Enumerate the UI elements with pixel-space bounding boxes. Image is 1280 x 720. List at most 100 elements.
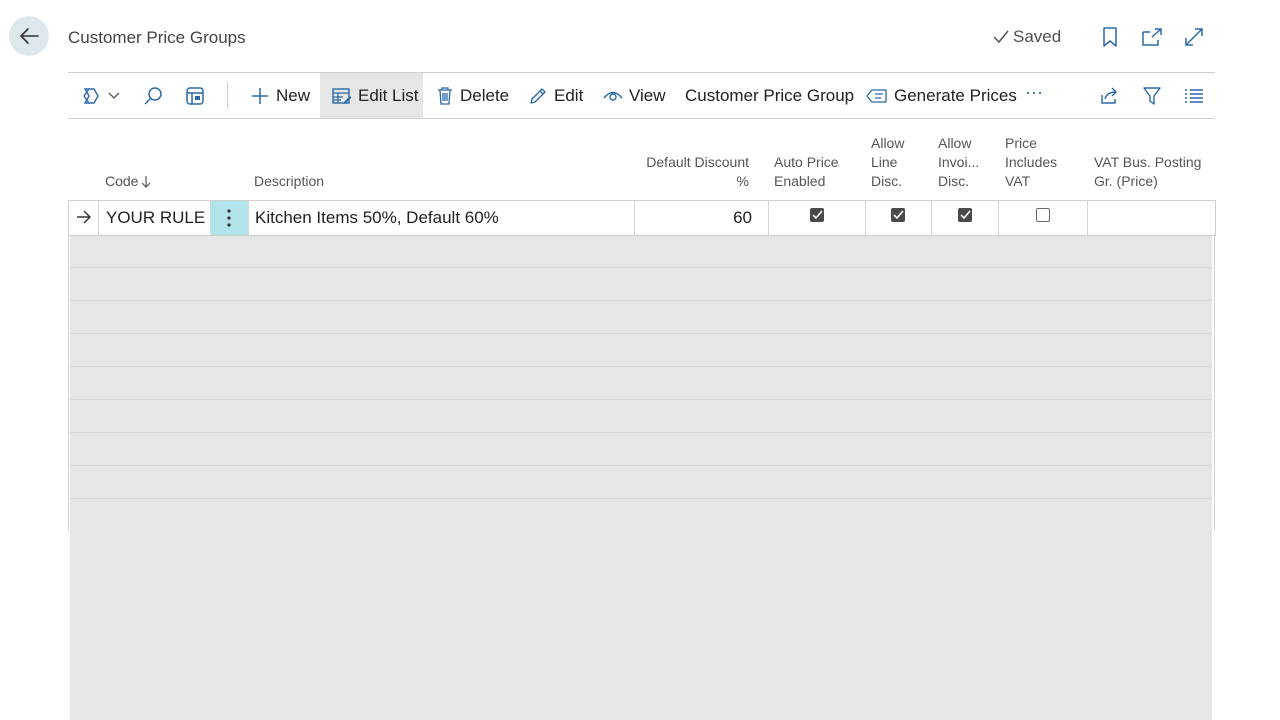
allow-invoice-disc-checkbox[interactable] [958, 208, 972, 222]
edit-button[interactable]: Edit [528, 73, 583, 118]
search-icon [144, 86, 162, 105]
empty-row-line [70, 366, 1212, 367]
filter-button[interactable] [1142, 73, 1162, 118]
column-header-allow-line-line1: Allow [871, 135, 905, 151]
list-view-button[interactable] [1184, 73, 1204, 118]
bookmark-button[interactable] [1098, 25, 1122, 49]
toolbar-separator [227, 82, 228, 109]
column-header-vat-bus-posting-gr[interactable]: VAT Bus. Posting Gr. (Price) [1094, 153, 1201, 191]
new-button[interactable]: New [250, 73, 310, 118]
chevron-down-icon [108, 92, 120, 99]
empty-row-line [70, 300, 1212, 301]
column-header-allow-invoice-line2: Invoi... [938, 154, 980, 170]
column-header-vat-bus-line2: Gr. (Price) [1094, 173, 1158, 189]
column-header-default-discount-line1: Default Discount [646, 154, 749, 170]
open-new-window-button[interactable] [1140, 25, 1164, 49]
column-header-allow-invoice-line1: Allow [938, 135, 972, 151]
cell-description[interactable]: Kitchen Items 50%, Default 60% [255, 208, 499, 228]
share-icon [1101, 87, 1117, 104]
share-button[interactable] [1099, 73, 1119, 118]
column-header-allow-line-disc[interactable]: Allow Line Disc. [871, 134, 904, 191]
customer-price-group-label: Customer Price Group [685, 85, 855, 105]
checkmark-icon [993, 30, 1009, 44]
checkmark-icon [892, 210, 904, 220]
sort-descending-icon [142, 175, 151, 188]
expand-button[interactable] [1182, 25, 1206, 49]
analysis-mode-button[interactable] [185, 73, 205, 118]
edit-label: Edit [554, 85, 584, 105]
filter-icon [1143, 86, 1161, 105]
cell-code[interactable]: YOUR RULE [106, 208, 205, 228]
back-button[interactable] [9, 16, 49, 56]
empty-grid-area [70, 236, 1212, 720]
row-actions-menu-button[interactable] [210, 201, 248, 235]
price-tag-icon [866, 88, 887, 103]
page-title: Customer Price Groups [68, 28, 246, 47]
eye-icon [603, 91, 623, 101]
view-button[interactable]: View [603, 73, 666, 118]
back-arrow-icon [20, 28, 39, 44]
empty-row-line [70, 399, 1212, 400]
list-icon [1185, 88, 1203, 103]
table-analysis-icon [186, 86, 204, 105]
toolbar-bottom-divider [68, 118, 1215, 119]
cell-divider [768, 201, 769, 235]
column-header-vat-bus-line1: VAT Bus. Posting [1094, 154, 1202, 170]
trash-icon [438, 86, 452, 105]
checkmark-icon [811, 210, 823, 220]
expand-icon [1185, 28, 1203, 46]
cell-default-discount[interactable]: 60 [635, 208, 752, 228]
allow-line-disc-checkbox[interactable] [891, 208, 905, 222]
copilot-menu-button[interactable] [80, 73, 122, 118]
delete-button[interactable]: Delete [436, 73, 509, 118]
column-header-price-includes-vat[interactable]: Price Includes VAT [1005, 134, 1057, 191]
column-header-allow-line-line2: Line [871, 154, 898, 170]
customer-price-group-button[interactable]: Customer Price Group [685, 73, 854, 118]
column-header-allow-invoice-disc[interactable]: Allow Invoi... Disc. [938, 134, 979, 191]
view-label: View [629, 85, 666, 105]
edit-list-icon [332, 87, 352, 104]
search-button[interactable] [143, 73, 163, 118]
more-options-label: ··· [1025, 82, 1043, 102]
cell-divider [248, 201, 249, 235]
column-header-price-incl-line1: Price [1005, 135, 1037, 151]
new-label: New [276, 85, 311, 105]
column-header-allow-invoice-line3: Disc. [938, 173, 970, 189]
action-bar: New Edit List Delete Edit View Customer … [68, 73, 1215, 118]
empty-row-line [70, 333, 1212, 334]
cell-divider [998, 201, 999, 235]
empty-row-line [70, 432, 1212, 433]
column-header-allow-line-line3: Disc. [871, 173, 903, 189]
more-options-button[interactable]: ··· [1025, 70, 1043, 115]
generate-prices-label: Generate Prices [894, 85, 1017, 105]
column-header-default-discount[interactable]: Default Discount % [640, 153, 749, 191]
cell-divider [98, 201, 99, 235]
plus-icon [252, 87, 268, 104]
edit-list-label: Edit List [358, 85, 419, 105]
cell-divider [931, 201, 932, 235]
column-header-description[interactable]: Description [254, 172, 324, 191]
empty-row-line [70, 498, 1212, 499]
column-header-price-incl-line3: VAT [1005, 173, 1031, 189]
saved-status: Saved [992, 27, 1061, 47]
column-header-code-label: Code [105, 173, 139, 189]
empty-row-line [70, 465, 1212, 466]
bookmark-icon [1103, 27, 1117, 47]
column-header-auto-price-line1: Auto Price [774, 154, 839, 170]
vertical-ellipsis-icon [227, 209, 231, 227]
pencil-icon [530, 87, 546, 104]
column-header-code[interactable]: Code [105, 172, 151, 191]
empty-row-line [70, 267, 1212, 268]
delete-label: Delete [460, 85, 510, 105]
checkmark-icon [959, 210, 971, 220]
edit-list-button[interactable]: Edit List [320, 73, 423, 118]
generate-prices-button[interactable]: Generate Prices [866, 73, 1017, 118]
column-header-auto-price-enabled[interactable]: Auto Price Enabled [774, 153, 839, 191]
cell-divider [865, 201, 866, 235]
auto-price-enabled-checkbox[interactable] [810, 208, 824, 222]
copilot-icon [83, 87, 99, 104]
cell-vat-bus-posting-gr[interactable] [1088, 201, 1214, 235]
price-includes-vat-checkbox[interactable] [1036, 208, 1050, 222]
column-header-auto-price-line2: Enabled [774, 173, 826, 189]
saved-label: Saved [1013, 27, 1062, 46]
